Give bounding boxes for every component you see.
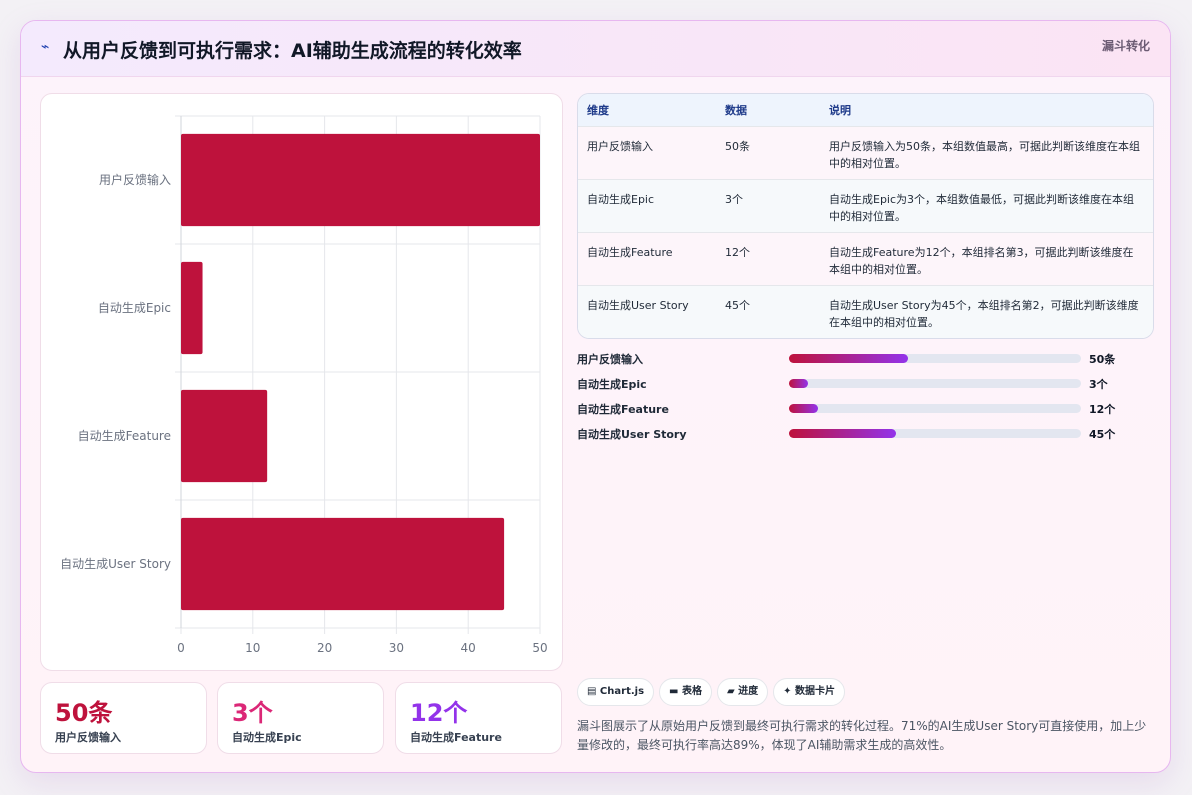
table-cell-data: 3个 bbox=[725, 192, 743, 206]
bar bbox=[181, 517, 505, 611]
progress-row: 自动生成User Story 45个 bbox=[577, 424, 1154, 449]
table-cell-description: 自动生成User Story为45个，本组排名第2，可据此判断该维度在本组中的相… bbox=[829, 298, 1139, 329]
table-cell-dimension: 用户反馈输入 bbox=[587, 139, 653, 153]
bar bbox=[181, 133, 540, 227]
tag-chartjs[interactable]: ▤ Chart.js bbox=[577, 678, 655, 706]
bar-chart-svg: 0 10 20 30 40 50 用户反馈输入自动生成Epic 自动生成Feature 自动生成… bbox=[60, 115, 548, 655]
bar bbox=[181, 261, 203, 355]
progress-label: 自动生成Feature bbox=[577, 403, 669, 416]
tag-list: ▤ Chart.js ▬ 表格 ▰ 进度 ✦ 数据卡片 bbox=[577, 678, 850, 706]
header: ⌁ 从用户反馈到可执行需求：AI辅助生成流程的转化效率 漏斗转化 bbox=[21, 21, 1170, 77]
progress-value: 45个 bbox=[1089, 428, 1116, 441]
progress-fill bbox=[789, 404, 818, 413]
x-tick-label: 0 bbox=[177, 641, 185, 655]
table-header-data: 数据 bbox=[725, 103, 747, 117]
progress-track bbox=[789, 429, 1081, 438]
data-table: 维度 数据 说明 用户反馈输入 50条 用户反馈输入为50条，本组数值最高，可据… bbox=[577, 93, 1154, 339]
stat-caption: 自动生成Epic bbox=[232, 731, 302, 744]
bar-chart: 0 10 20 30 40 50 用户反馈输入 自动生成Epic 自动生成Feature 自动生成… bbox=[40, 93, 563, 671]
table-row: 用户反馈输入 50条 用户反馈输入为50条，本组数值最高，可据此判断该维度在本组… bbox=[578, 126, 1153, 179]
tag-data-cards[interactable]: ✦ 数据卡片 bbox=[773, 678, 846, 706]
table-cell-dimension: 自动生成Epic bbox=[587, 192, 655, 206]
table-header-dimension: 维度 bbox=[587, 103, 609, 117]
progress-track bbox=[789, 404, 1081, 413]
x-tick-label: 40 bbox=[461, 641, 476, 655]
table-cell-data: 50条 bbox=[725, 139, 750, 153]
progress-value: 50条 bbox=[1089, 353, 1116, 366]
progress-row: 用户反馈输入 50条 bbox=[577, 349, 1154, 374]
category-label: 自动生成Epic bbox=[98, 301, 171, 315]
progress-row: 自动生成Epic 3个 bbox=[577, 374, 1154, 399]
summary-text: 漏斗图展示了从原始用户反馈到最终可执行需求的转化过程。71%的AI生成User … bbox=[577, 719, 1147, 752]
progress-track bbox=[789, 354, 1081, 363]
category-label: 用户反馈输入 bbox=[99, 172, 171, 187]
stat-caption: 自动生成Feature bbox=[410, 731, 502, 744]
bar bbox=[181, 389, 268, 483]
stat-caption: 用户反馈输入 bbox=[55, 731, 121, 744]
category-label: 自动生成User Story bbox=[60, 557, 171, 571]
stat-value: 50条 bbox=[55, 699, 113, 727]
table-cell-data: 45个 bbox=[725, 298, 750, 312]
progress-label: 自动生成Epic bbox=[577, 378, 647, 391]
progress-list: 用户反馈输入 50条 自动生成Epic 3个 自动生成Feature 12个 自… bbox=[577, 349, 1154, 449]
stat-value: 12个 bbox=[410, 699, 468, 727]
progress-fill bbox=[789, 379, 808, 388]
tag-progress[interactable]: ▰ 进度 bbox=[716, 678, 769, 706]
progress-track bbox=[789, 379, 1081, 388]
trend-icon: ⌁ bbox=[41, 39, 50, 55]
stat-card: 50条 用户反馈输入 bbox=[40, 682, 207, 754]
progress-value: 12个 bbox=[1089, 403, 1116, 416]
x-tick-label: 20 bbox=[317, 641, 332, 655]
progress-value: 3个 bbox=[1089, 378, 1108, 391]
table-row: 自动生成User Story 45个 自动生成User Story为45个，本组… bbox=[578, 285, 1153, 338]
stat-card: 3个 自动生成Epic bbox=[217, 682, 384, 754]
progress-fill bbox=[789, 354, 908, 363]
stat-value: 3个 bbox=[232, 699, 273, 727]
progress-label: 用户反馈输入 bbox=[577, 353, 643, 366]
x-tick-label: 30 bbox=[389, 641, 404, 655]
table-row: 自动生成Epic 3个 自动生成Epic为3个，本组数值最低，可据此判断该维度在… bbox=[578, 179, 1153, 232]
dashboard-card: ⌁ 从用户反馈到可执行需求：AI辅助生成流程的转化效率 漏斗转化 0 10 20 30… bbox=[20, 20, 1171, 773]
table-row: 自动生成Feature 12个 自动生成Feature为12个，本组排名第3，可… bbox=[578, 232, 1153, 285]
x-tick-label: 50 bbox=[532, 641, 547, 655]
stat-card: 12个 自动生成Feature bbox=[395, 682, 562, 754]
table-header-row: 维度 数据 说明 bbox=[578, 94, 1153, 126]
x-tick-label: 10 bbox=[245, 641, 260, 655]
table-cell-description: 自动生成Feature为12个，本组排名第3，可据此判断该维度在本组中的相对位置… bbox=[829, 245, 1134, 276]
table-cell-dimension: 自动生成User Story bbox=[587, 298, 689, 312]
progress-row: 自动生成Feature 12个 bbox=[577, 399, 1154, 424]
category-label: 自动生成Feature bbox=[78, 429, 171, 443]
progress-fill bbox=[789, 429, 896, 438]
progress-label: 自动生成User Story bbox=[577, 428, 687, 441]
table-cell-description: 用户反馈输入为50条，本组数值最高，可据此判断该维度在本组中的相对位置。 bbox=[829, 139, 1140, 170]
table-cell-description: 自动生成Epic为3个，本组数值最低，可据此判断该维度在本组中的相对位置。 bbox=[829, 192, 1135, 223]
page-title: 从用户反馈到可执行需求：AI辅助生成流程的转化效率 bbox=[63, 40, 522, 62]
table-cell-dimension: 自动生成Feature bbox=[587, 245, 673, 259]
table-header-description: 说明 bbox=[829, 103, 851, 117]
table-cell-data: 12个 bbox=[725, 245, 750, 259]
category-badge: 漏斗转化 bbox=[1101, 39, 1150, 53]
tag-table[interactable]: ▬ 表格 bbox=[659, 678, 712, 706]
